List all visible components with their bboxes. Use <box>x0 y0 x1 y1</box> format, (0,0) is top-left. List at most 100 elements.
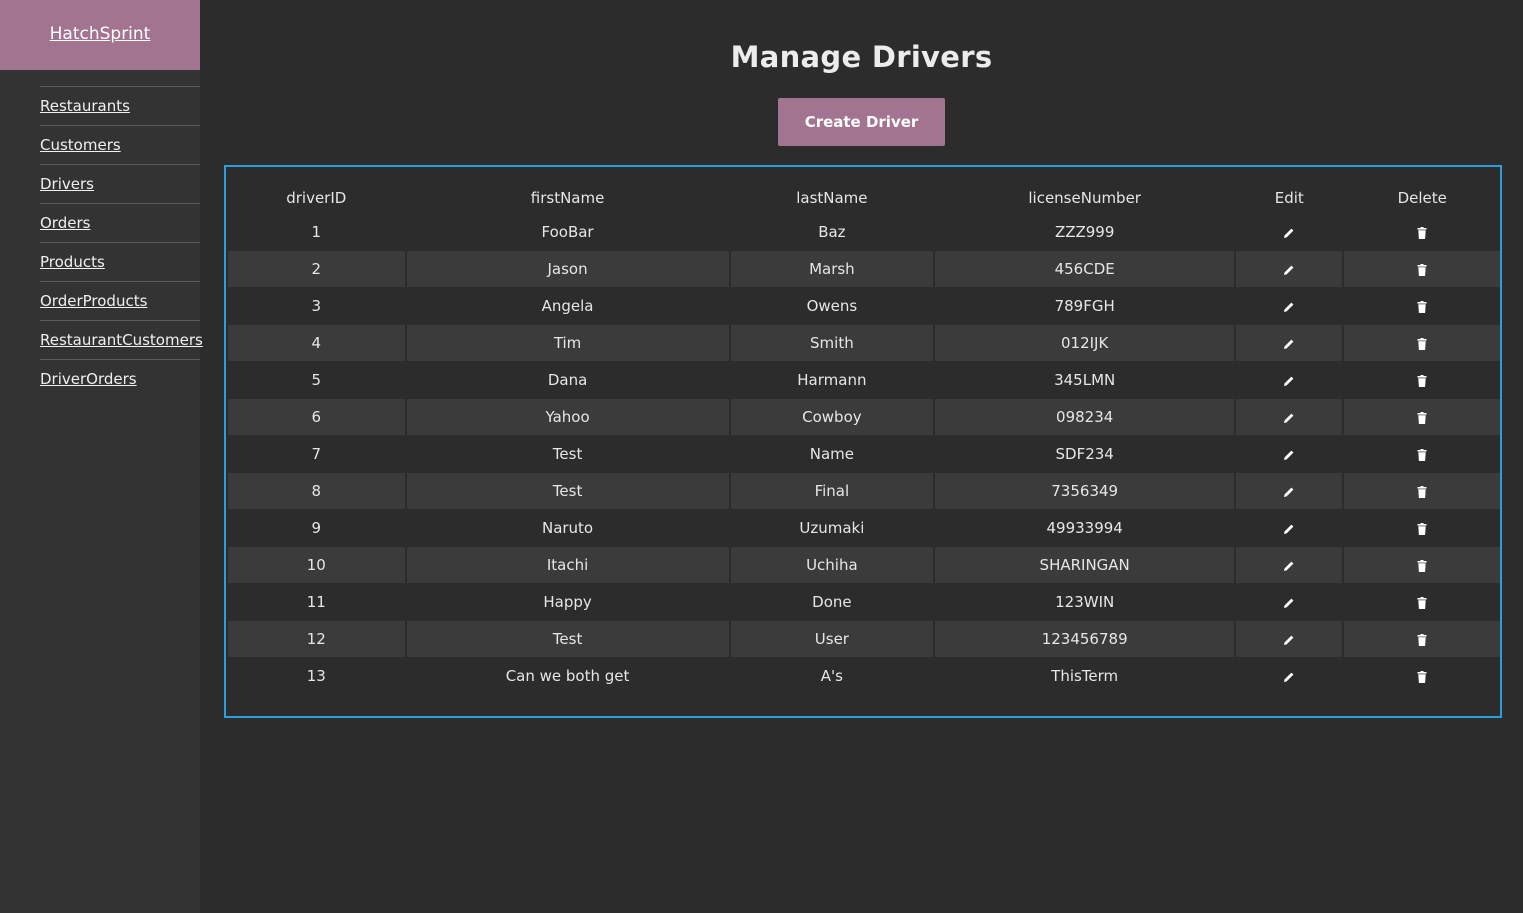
sidebar-link-products[interactable]: Products <box>40 253 105 271</box>
cell-lastname: A's <box>820 667 843 685</box>
table-row: 10 Itachi Uchiha SHARINGAN <box>228 547 1500 583</box>
header-delete: Delete <box>1397 189 1447 207</box>
sidebar: HatchSprint Restaurants Customers Drivers O… <box>0 0 203 913</box>
table-row: 9 Naruto Uzumaki 49933994 <box>228 510 1500 546</box>
sidebar-link-restaurants[interactable]: Restaurants <box>40 97 130 115</box>
drivers-table-container: driverID firstName lastName licenseNumbe… <box>224 165 1502 718</box>
pencil-icon[interactable] <box>1283 412 1295 424</box>
cell-lastname: Uchiha <box>730 547 934 583</box>
cell-licensenumber: SDF234 <box>1055 445 1114 463</box>
trash-icon[interactable] <box>1417 263 1427 276</box>
cell-firstname: Naruto <box>541 519 594 537</box>
cell-delete <box>1344 621 1500 657</box>
cell-edit <box>1236 621 1343 657</box>
trash-icon[interactable] <box>1417 522 1427 535</box>
sidebar-link-customers[interactable]: Customers <box>40 136 121 154</box>
cell-driverid: 2 <box>228 251 405 287</box>
cell-edit <box>1236 325 1343 361</box>
brand-link[interactable]: HatchSprint <box>50 24 151 44</box>
pencil-icon[interactable] <box>1283 375 1295 387</box>
trash-icon[interactable] <box>1417 670 1427 683</box>
cell-edit <box>1236 436 1342 472</box>
sidebar-link-orderproducts[interactable]: OrderProducts <box>40 292 147 310</box>
trash-icon[interactable] <box>1417 226 1427 239</box>
cell-licensenumber: 123456789 <box>935 621 1235 657</box>
cell-lastname: Smith <box>730 325 934 361</box>
cell-edit <box>1236 584 1342 620</box>
cell-edit <box>1236 288 1342 324</box>
cell-edit <box>1236 251 1343 287</box>
trash-icon[interactable] <box>1417 559 1427 572</box>
sidebar-link-restaurantcustomers[interactable]: RestaurantCustomers <box>40 331 203 349</box>
trash-icon[interactable] <box>1417 485 1427 498</box>
pencil-icon[interactable] <box>1283 634 1295 646</box>
cell-driverid: 9 <box>311 519 322 537</box>
cell-lastname: Cowboy <box>730 399 934 435</box>
cell-driverid: 8 <box>228 473 405 509</box>
cell-firstname: Yahoo <box>406 399 729 435</box>
cell-edit <box>1236 399 1343 435</box>
pencil-icon[interactable] <box>1283 560 1295 572</box>
sidebar-item-drivers: Drivers <box>40 164 200 203</box>
sidebar-link-orders[interactable]: Orders <box>40 214 90 232</box>
table-row: 8 Test Final 7356349 <box>228 473 1500 509</box>
table-row: 1 FooBar Baz ZZZ999 <box>228 214 1500 250</box>
cell-lastname: Marsh <box>730 251 934 287</box>
table-row: 3 Angela Owens 789FGH <box>228 288 1500 324</box>
cell-firstname: Test <box>406 473 729 509</box>
sidebar-link-driverorders[interactable]: DriverOrders <box>40 370 137 388</box>
cell-firstname: Test <box>552 445 583 463</box>
trash-icon[interactable] <box>1417 374 1427 387</box>
table-row: 2 Jason Marsh 456CDE <box>228 251 1500 287</box>
cell-delete <box>1344 288 1500 324</box>
cell-firstname: Can we both get <box>505 667 630 685</box>
brand-header: HatchSprint <box>0 0 200 70</box>
cell-licensenumber: 098234 <box>935 399 1235 435</box>
pencil-icon[interactable] <box>1283 264 1295 276</box>
cell-firstname: Jason <box>406 251 729 287</box>
cell-driverid: 7 <box>311 445 322 463</box>
cell-edit <box>1236 547 1343 583</box>
cell-driverid: 10 <box>228 547 405 583</box>
table-body: 1 FooBar Baz ZZZ999 2 Jason Marsh 456CDE 3 Angela… <box>228 214 1500 694</box>
header-lastname: lastName <box>796 189 868 207</box>
pencil-icon[interactable] <box>1283 449 1295 461</box>
pencil-icon[interactable] <box>1283 301 1295 313</box>
trash-icon[interactable] <box>1417 633 1427 646</box>
trash-icon[interactable] <box>1417 337 1427 350</box>
cell-licensenumber: 123WIN <box>1055 593 1115 611</box>
cell-lastname: Harmann <box>797 371 867 389</box>
cell-licensenumber: 345LMN <box>1054 371 1116 389</box>
trash-icon[interactable] <box>1417 596 1427 609</box>
pencil-icon[interactable] <box>1283 671 1295 683</box>
sidebar-nav: Restaurants Customers Drivers Orders Product… <box>0 86 203 398</box>
create-driver-button[interactable]: Create Driver <box>778 98 945 146</box>
cell-driverid: 3 <box>311 297 322 315</box>
cell-delete <box>1344 473 1500 509</box>
cell-licensenumber: ZZZ999 <box>1054 223 1115 241</box>
cell-edit <box>1236 510 1342 546</box>
cell-driverid: 11 <box>306 593 326 611</box>
trash-icon[interactable] <box>1417 411 1427 424</box>
pencil-icon[interactable] <box>1283 597 1295 609</box>
pencil-icon[interactable] <box>1283 338 1295 350</box>
table-row: 4 Tim Smith 012IJK <box>228 325 1500 361</box>
pencil-icon[interactable] <box>1283 523 1295 535</box>
trash-icon[interactable] <box>1417 448 1427 461</box>
pencil-icon[interactable] <box>1283 486 1295 498</box>
pencil-icon[interactable] <box>1283 227 1295 239</box>
trash-icon[interactable] <box>1417 300 1427 313</box>
cell-firstname: Tim <box>406 325 729 361</box>
cell-lastname: Owens <box>806 297 858 315</box>
cell-lastname: Done <box>812 593 852 611</box>
drivers-table: driverID firstName lastName licenseNumbe… <box>226 168 1502 695</box>
cell-delete <box>1344 251 1500 287</box>
header-licensenumber: licenseNumber <box>1028 189 1141 207</box>
cell-delete <box>1344 214 1500 250</box>
table-row: 12 Test User 123456789 <box>228 621 1500 657</box>
cell-delete <box>1344 510 1500 546</box>
cell-delete <box>1344 362 1500 398</box>
sidebar-link-drivers[interactable]: Drivers <box>40 175 94 193</box>
cell-delete <box>1344 547 1500 583</box>
cell-delete <box>1344 399 1500 435</box>
